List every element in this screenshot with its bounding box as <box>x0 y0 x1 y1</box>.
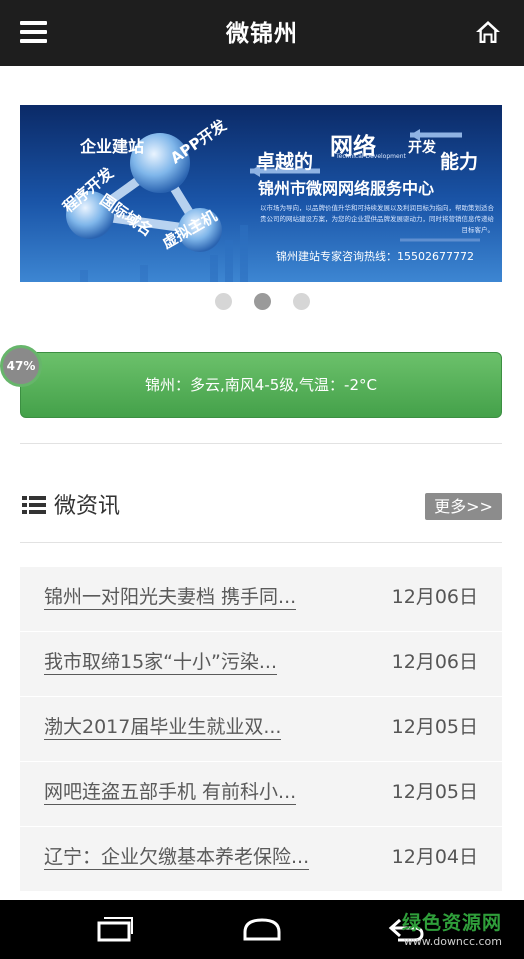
top-app-bar: 微锦州 <box>0 0 524 66</box>
news-headline[interactable]: 网吧连盗五部手机 有前科小... <box>44 780 297 805</box>
news-date: 12月05日 <box>391 716 478 738</box>
more-button[interactable]: 更多>> <box>425 493 502 520</box>
news-headline[interactable]: 锦州一对阳光夫妻档 携手同... <box>44 585 297 610</box>
banner-tech-dev: Technical Development <box>336 153 406 160</box>
banner-word-corp-site: 企业建站 <box>80 137 145 156</box>
news-section-header: 微资讯 更多>> <box>20 485 502 525</box>
banner-description: 以市场为导向，以品牌价值升华和可持续发展以及利润目标为指向，帮助策划适合贵公司的… <box>260 204 494 234</box>
carousel-dot-3[interactable] <box>292 293 310 310</box>
news-section-title: 微资讯 <box>54 494 121 519</box>
home-nav-icon[interactable] <box>242 914 282 944</box>
news-item[interactable]: 渤大2017届毕业生就业双... 12月05日 <box>20 697 502 761</box>
divider <box>20 443 502 444</box>
news-headline[interactable]: 我市取缔15家“十小”污染... <box>44 650 277 675</box>
watermark-url: www.downcc.com <box>403 935 502 948</box>
banner-center-name: 锦州市微网网络服务中心 <box>258 179 435 198</box>
banner-slogan-right: 能力 <box>440 151 479 173</box>
watermark: 绿色资源网 www.downcc.com <box>402 908 502 948</box>
banner-hotline: 锦州建站专家咨询热线：15502677772 <box>276 250 474 263</box>
app-title: 微锦州 <box>226 21 298 47</box>
news-item[interactable]: 锦州一对阳光夫妻档 携手同... 12月06日 <box>20 567 502 631</box>
news-date: 12月04日 <box>391 846 478 868</box>
news-item[interactable]: 辽宁：企业欠缴基本养老保险... 12月04日 <box>20 827 502 891</box>
news-date: 12月05日 <box>391 781 478 803</box>
news-item[interactable]: 网吧连盗五部手机 有前科小... 12月05日 <box>20 762 502 826</box>
news-headline[interactable]: 辽宁：企业欠缴基本养老保险... <box>44 845 310 870</box>
news-headline[interactable]: 渤大2017届毕业生就业双... <box>44 715 282 740</box>
list-icon <box>22 496 46 514</box>
carousel-dot-1[interactable] <box>214 293 232 310</box>
progress-badge: 47% <box>0 345 42 387</box>
news-date: 12月06日 <box>391 586 478 608</box>
divider <box>20 542 502 543</box>
weather-bar[interactable]: 锦州：多云,南风4-5级,气温：-2°C <box>20 352 502 418</box>
banner-slogan-left: 卓越的 <box>256 151 314 173</box>
carousel-dot-2[interactable] <box>253 293 271 310</box>
recents-icon[interactable] <box>96 914 134 944</box>
carousel-indicator <box>0 293 524 311</box>
banner-carousel[interactable]: 企业建站 APP开发 国际域名 程序开发 虚拟主机 卓越的 网络 开发 能力 T… <box>20 105 502 282</box>
news-list: 锦州一对阳光夫妻档 携手同... 12月06日 我市取缔15家“十小”污染...… <box>20 567 502 892</box>
banner-slogan-net-suffix: 开发 <box>408 140 436 156</box>
watermark-text: 绿色资源网 <box>401 912 502 934</box>
news-date: 12月06日 <box>391 651 478 673</box>
news-item[interactable]: 我市取缔15家“十小”污染... 12月06日 <box>20 632 502 696</box>
home-icon[interactable] <box>474 18 502 46</box>
